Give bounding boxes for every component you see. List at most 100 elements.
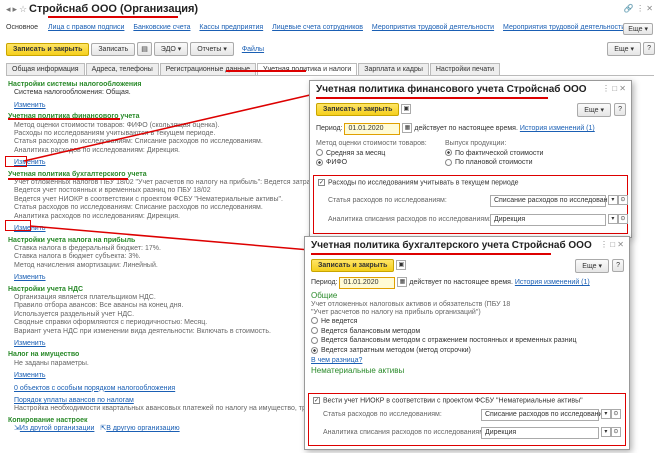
print-icon[interactable]: ▤ [137,42,152,56]
acc-change-highlight [5,220,31,231]
open-link-icon[interactable]: ⊙ [617,214,628,225]
accounting-policy-line: Учет отложенных налогов ПБУ 18/02 "Учет … [14,179,360,187]
open-link-icon[interactable]: ⊙ [610,427,621,438]
tab-addresses[interactable]: Адреса, телефоны [85,63,159,75]
maximize-icon[interactable]: □ [610,240,615,249]
radio-selected-icon [445,149,452,157]
acc-period-field[interactable]: 01.01.2020 [339,277,396,289]
close-icon[interactable]: ✕ [617,240,624,249]
menu-dots-icon[interactable]: ⋮ [636,4,644,13]
fin-period-label: Период: [316,125,343,132]
fin-rd-checkbox[interactable]: ✓ Расходы по исследованиям учитывать в те… [318,179,519,186]
change-profit-tax-link[interactable]: Изменить [8,274,308,282]
acc-period-value: 01.01.2020 [343,279,379,286]
fin-output-actual-label: По фактической стоимости [455,149,544,157]
tab-general[interactable]: Общая информация [6,63,85,75]
fin-help-button[interactable]: ? [614,103,626,116]
change-tax-system-link[interactable]: Изменить [8,102,308,110]
acc-history-link[interactable]: История изменений (1) [515,279,590,286]
nav-forward-icon[interactable]: ▸ [12,4,17,14]
dropdown-icon[interactable]: ▾ [600,427,611,438]
menu-dots-icon[interactable]: ⋮ [602,84,610,93]
nav-back-icon[interactable]: ◂ [6,4,11,14]
nav-link-cash-desks[interactable]: Кассы предприятия [199,24,263,31]
radio-selected-icon [311,346,318,354]
nav-link-labor-events[interactable]: Мероприятия трудовой деятельности [372,24,494,31]
save-disk-icon[interactable]: ▣ [401,104,412,115]
toolbar-more-button[interactable]: Еще ▾ [607,42,641,56]
fin-output-radio-planned[interactable]: По плановой стоимости [445,158,543,168]
nav-link-signatories[interactable]: Лица с правом подписи [48,24,124,31]
link-icon[interactable]: 🔗 [624,4,634,13]
acc-radio-balance-diff[interactable]: Ведется балансовым методом с отражением … [311,336,611,346]
nav-main[interactable]: Основное [6,24,38,31]
close-icon[interactable]: ✕ [646,4,653,13]
acc-save-close-button[interactable]: Записать и закрыть [311,259,395,272]
fin-more-button[interactable]: Еще ▾ [577,103,611,117]
acc-niokr-checkbox[interactable]: ✓ Вести учет НИОКР в соответствии с проек… [313,397,583,404]
change-financial-policy-link[interactable]: Изменить [8,159,308,167]
calendar-icon[interactable]: ▦ [397,277,408,288]
nav-link-bank-accounts[interactable]: Банковские счета [133,24,190,31]
fin-output-radio-actual[interactable]: По фактической стоимости [445,149,543,159]
copy-to-org-link[interactable]: В другую организацию [106,425,179,432]
reports-button[interactable]: Отчеты ▾ [190,42,234,56]
copy-from-org-link[interactable]: Из другой организации [20,425,95,432]
acc-article-field[interactable]: Списание расходов по исследованиям [480,409,611,421]
fin-method-radio-avg[interactable]: Средняя за месяц [316,149,427,159]
change-accounting-policy-link[interactable]: Изменить [8,225,308,233]
acc-analytics-field[interactable]: Дирекция [480,427,599,439]
acc-analytics-value: Дирекция [484,429,517,436]
acc-general-title: Общие [311,291,338,300]
dropdown-icon[interactable]: ▾ [607,214,618,225]
tab-registration[interactable]: Регистрационные данные [159,63,256,75]
nav-link-employee-accounts[interactable]: Лицевые счета сотрудников [272,24,363,31]
nav-more-button[interactable]: Еще ▾ [623,23,653,35]
acc-radio-cost[interactable]: Ведется затратным методом (метод отсрочк… [311,346,611,356]
radio-icon [311,317,318,325]
fin-article-label: Статья расходов по исследованиям: [328,197,447,204]
change-property-tax-link[interactable]: Изменить [8,372,308,380]
fin-history-link[interactable]: История изменений (1) [520,125,595,132]
acc-more-button[interactable]: Еще ▾ [575,259,609,273]
radio-icon [311,327,318,335]
save-close-button[interactable]: Записать и закрыть [6,43,90,56]
tab-payroll[interactable]: Зарплата и кадры [358,63,429,75]
calendar-icon[interactable]: ▦ [402,123,413,134]
dropdown-icon[interactable]: ▾ [607,195,618,206]
save-button[interactable]: Записать [91,43,136,56]
acc-help-button[interactable]: ? [612,259,624,272]
fin-article-field[interactable]: Списание расходов по исследованиям [489,195,620,207]
save-disk-icon[interactable]: ▣ [396,260,407,271]
radio-icon [311,337,318,345]
maximize-icon[interactable]: □ [612,84,617,93]
special-objects-link[interactable]: 0 объектов с особым порядком налогооблож… [8,385,308,393]
fin-output-group: Выпуск продукции: По фактической стоимос… [445,139,543,168]
open-link-icon[interactable]: ⊙ [610,409,621,420]
fin-method-group: Метод оценки стоимости товаров: Средняя … [316,139,427,168]
favorite-star-icon[interactable]: ☆ [19,4,27,14]
tab-print-settings[interactable]: Настройки печати [429,63,501,75]
fin-save-close-button[interactable]: Записать и закрыть [316,103,400,116]
accounting-policy-line: Ведется учет НИОКР в соответствии с прое… [14,195,283,203]
files-link[interactable]: Файлы [242,46,264,53]
open-link-icon[interactable]: ⊙ [617,195,628,206]
dropdown-icon[interactable]: ▾ [600,409,611,420]
help-button[interactable]: ? [643,42,655,55]
close-icon[interactable]: ✕ [619,84,626,93]
acc-panel-toolbar: Записать и закрыть ▣ [311,259,407,272]
section-profit-tax-title: Настройки учета налога на прибыль [8,236,136,244]
change-vat-link[interactable]: Изменить [8,340,308,348]
menu-dots-icon[interactable]: ⋮ [600,240,608,249]
fin-method-radio-fifo[interactable]: ФИФО [316,158,427,168]
fin-analytics-field[interactable]: Дирекция [489,214,606,226]
acc-diff-link[interactable]: В чем разница? [311,356,611,366]
fin-period-field[interactable]: 01.01.2020 [344,123,401,135]
fin-title-underline [8,118,120,120]
tab-accounting-policy[interactable]: Учетная политика и налоги [257,63,358,75]
acc-radio-none[interactable]: Не ведется [311,317,611,327]
edo-button[interactable]: ЭДО ▾ [153,42,189,56]
acc-radio-balance[interactable]: Ведется балансовым методом [311,327,611,337]
fin-article-row: Статья расходов по исследованиям: Списан… [328,195,628,207]
checkbox-checked-icon: ✓ [318,179,325,186]
